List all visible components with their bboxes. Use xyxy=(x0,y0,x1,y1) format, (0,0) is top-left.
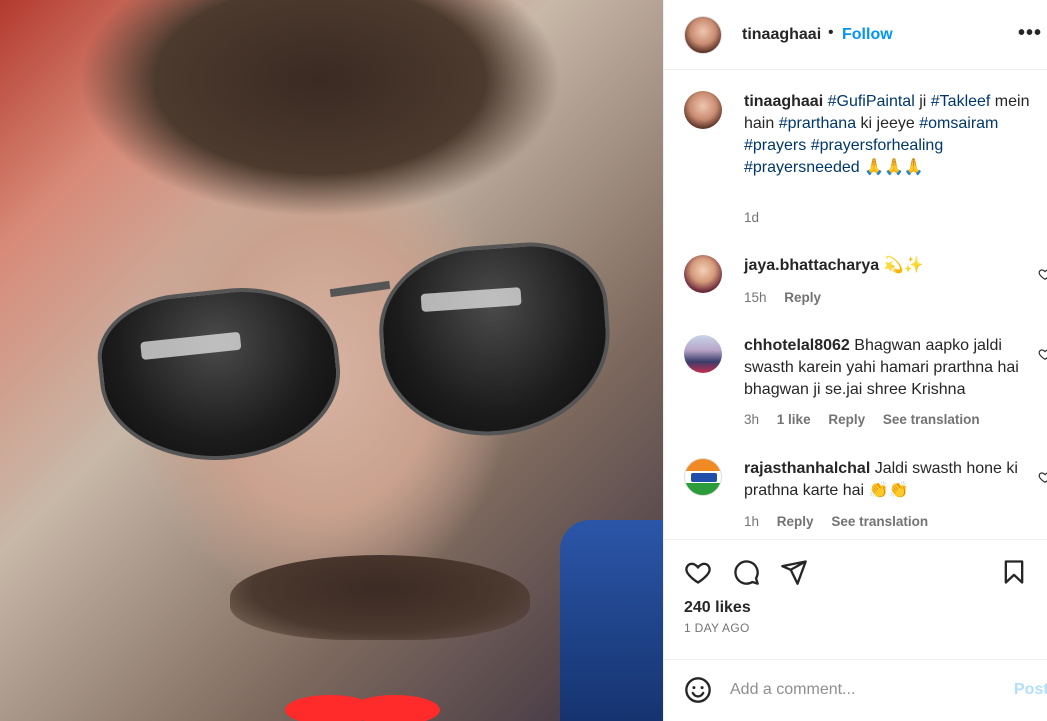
reply-button[interactable]: Reply xyxy=(777,514,814,529)
heart-icon[interactable] xyxy=(684,558,712,586)
hashtag-link[interactable]: #Takleef xyxy=(931,93,991,110)
comment-meta: 3h 1 like Reply See translation xyxy=(744,412,994,427)
likes-count[interactable]: 240 likes xyxy=(684,599,751,617)
post-comment-button[interactable]: Post xyxy=(1014,681,1047,699)
hashtag-link[interactable]: #prayersforhealing xyxy=(811,137,944,154)
sunglasses-bridge xyxy=(329,280,391,298)
reply-button[interactable]: Reply xyxy=(784,290,821,305)
commenter-avatar[interactable] xyxy=(684,255,722,293)
commenter-username[interactable]: jaya.bhattacharya xyxy=(744,257,879,274)
author-avatar[interactable] xyxy=(684,16,722,54)
caption-text-segment: 🙏🙏🙏 xyxy=(859,159,924,176)
post-header: tinaaghaai • Follow ••• xyxy=(664,0,1047,70)
more-icon[interactable]: ••• xyxy=(1018,22,1042,45)
caption-username[interactable]: tinaaghaai xyxy=(744,93,823,110)
sunglasses-right-lens xyxy=(373,237,617,443)
comment-meta: 1h Reply See translation xyxy=(744,514,942,529)
comment-time: 1h xyxy=(744,514,760,529)
comment-text: rajasthanhalchal Jaldi swasth hone ki pr… xyxy=(744,458,1034,502)
like-comment-heart-icon[interactable] xyxy=(1038,470,1047,484)
follow-button[interactable]: Follow xyxy=(842,26,893,44)
comment-time: 15h xyxy=(744,290,767,305)
hashtag-link[interactable]: #GufiPaintal xyxy=(828,93,915,110)
reply-button[interactable]: Reply xyxy=(828,412,865,427)
post-actions: 240 likes 1 DAY AGO xyxy=(664,539,1047,659)
flag-badge xyxy=(691,473,717,482)
hashtag-link[interactable]: #prayersneeded xyxy=(744,159,860,176)
see-translation-button[interactable]: See translation xyxy=(831,514,928,529)
comment-icon[interactable] xyxy=(732,558,760,586)
comment-body: 💫✨ xyxy=(879,257,924,274)
like-comment-heart-icon[interactable] xyxy=(1038,347,1047,361)
commenter-avatar[interactable] xyxy=(684,458,722,496)
see-translation-button[interactable]: See translation xyxy=(883,412,980,427)
bookmark-icon[interactable] xyxy=(1000,558,1028,586)
comment-meta: 15h Reply xyxy=(744,290,835,305)
author-username[interactable]: tinaaghaai xyxy=(742,26,821,44)
photo-mustache xyxy=(230,555,530,640)
caption-meta: 1d xyxy=(744,210,773,225)
separator-dot: • xyxy=(828,24,834,41)
caption-text: tinaaghaai #GufiPaintal ji #Takleef mein… xyxy=(744,91,1034,179)
post-photo[interactable] xyxy=(0,0,663,721)
caption-text-segment: ji xyxy=(914,93,931,110)
caption-avatar[interactable] xyxy=(684,91,722,129)
photo-lips-right xyxy=(350,695,440,721)
sunglasses-left-lens xyxy=(91,277,349,473)
emoji-icon[interactable] xyxy=(684,676,712,704)
like-comment-heart-icon[interactable] xyxy=(1038,267,1047,281)
photo-hair xyxy=(20,0,620,250)
comment-likes[interactable]: 1 like xyxy=(777,412,811,427)
commenter-avatar[interactable] xyxy=(684,335,722,373)
hashtag-link[interactable]: #prayers xyxy=(744,137,806,154)
photo-shirt xyxy=(560,520,663,721)
caption-time: 1d xyxy=(744,210,760,225)
hashtag-link[interactable]: #prarthana xyxy=(779,115,856,132)
comment-text: chhotelal8062 Bhagwan aapko jaldi swasth… xyxy=(744,335,1034,401)
post-date: 1 DAY AGO xyxy=(684,621,750,635)
commenter-username[interactable]: rajasthanhalchal xyxy=(744,460,870,477)
caption-text-segment: ki jeeye xyxy=(856,115,920,132)
comments-list[interactable]: tinaaghaai #GufiPaintal ji #Takleef mein… xyxy=(664,71,1047,538)
comment-time: 3h xyxy=(744,412,760,427)
add-comment-bar: Post xyxy=(664,659,1047,721)
add-comment-input[interactable] xyxy=(730,677,1000,703)
commenter-username[interactable]: chhotelal8062 xyxy=(744,337,850,354)
comment-text: jaya.bhattacharya 💫✨ xyxy=(744,255,1034,277)
share-icon[interactable] xyxy=(780,558,808,586)
post-side-panel: tinaaghaai • Follow ••• tinaaghaai #Gufi… xyxy=(663,0,1047,721)
hashtag-link[interactable]: #omsairam xyxy=(919,115,998,132)
